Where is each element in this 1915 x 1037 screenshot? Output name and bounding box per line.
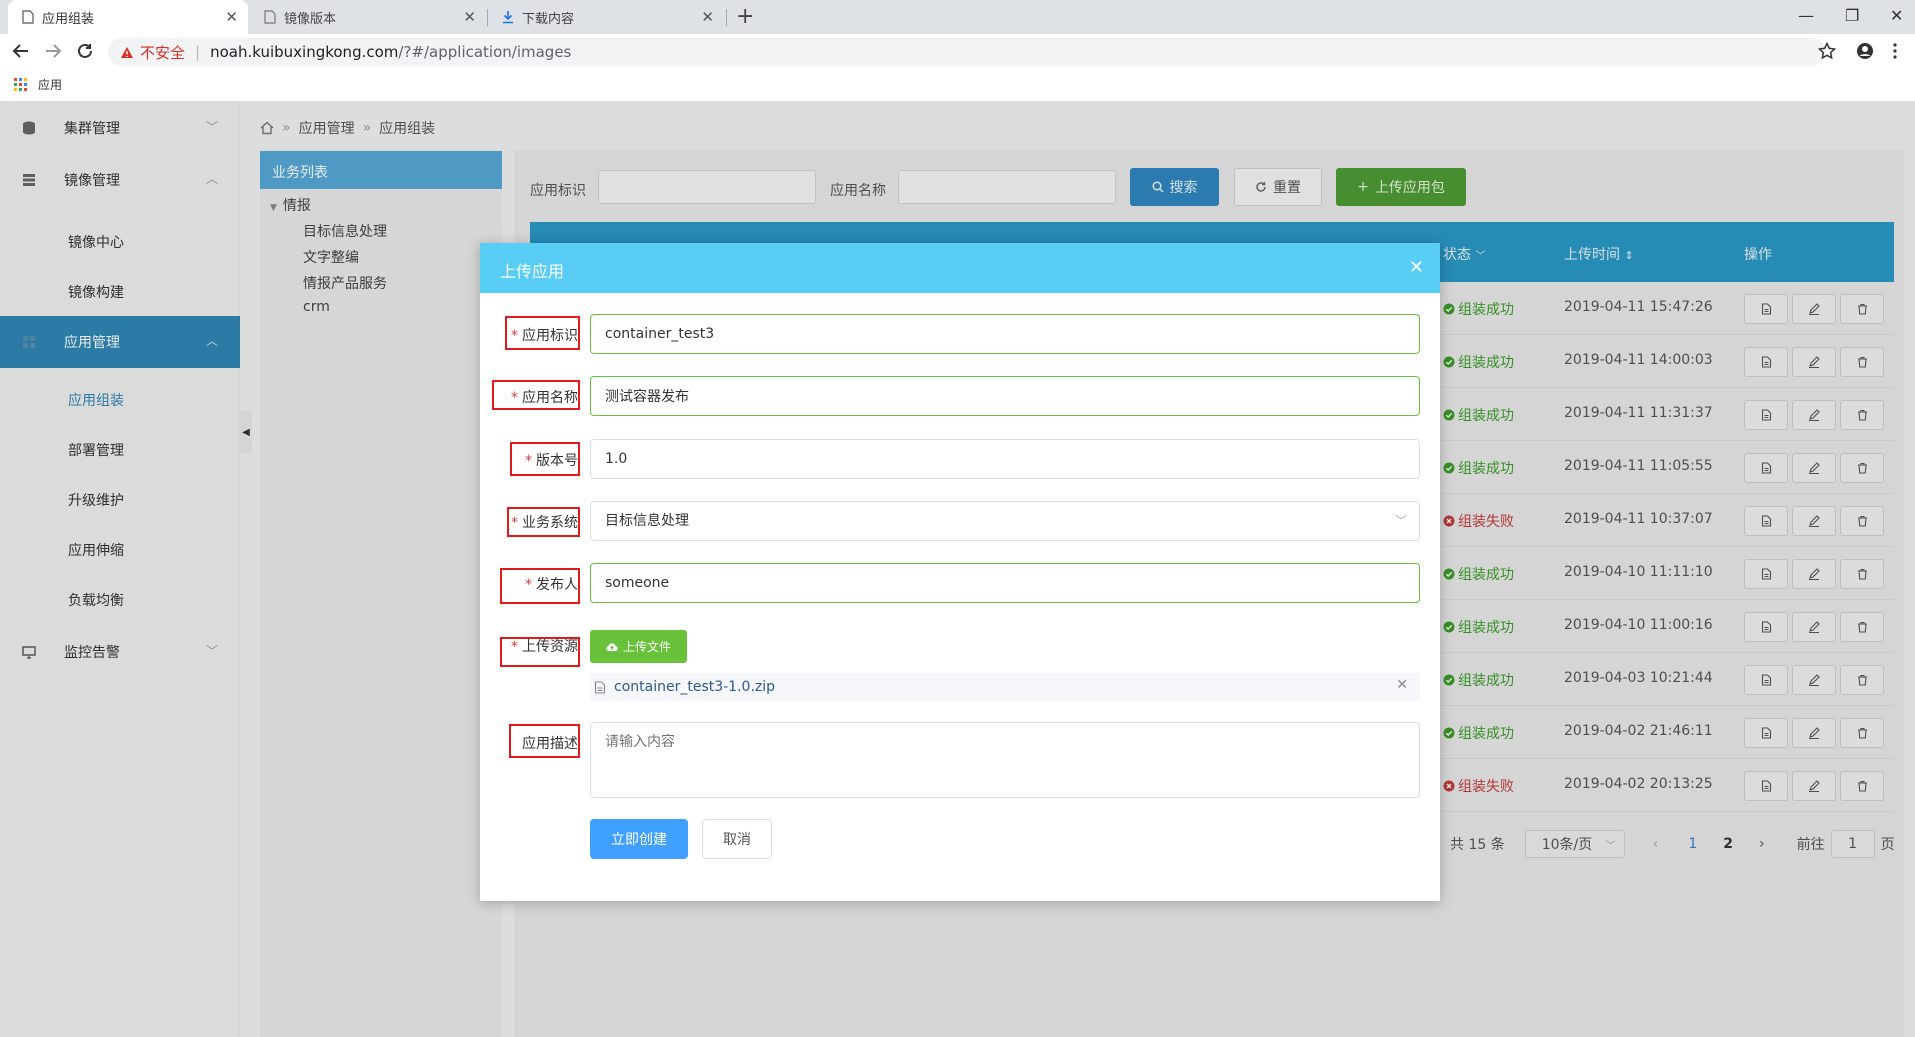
apps-grid-icon[interactable] <box>14 77 28 92</box>
modal-title: 上传应用 <box>480 243 1440 293</box>
tab-separator <box>726 9 727 26</box>
close-tab-icon[interactable]: ✕ <box>701 8 714 26</box>
highlight-box <box>492 380 580 410</box>
cancel-button[interactable]: 取消 <box>702 819 772 859</box>
menu-kebab-icon[interactable] <box>1893 42 1897 60</box>
new-tab-icon[interactable]: + <box>736 4 754 29</box>
bookmark-star-icon[interactable] <box>1818 42 1836 60</box>
uploaded-file-name: container_test3-1.0.zip <box>614 679 776 695</box>
minimize-icon[interactable]: — <box>1798 6 1814 25</box>
highlight-box <box>509 724 580 758</box>
upload-app-modal: 上传应用 ✕ *应用标识 *应用名称 *版本号 *业务系统 目标信息处理﹀ *发… <box>480 243 1440 901</box>
upload-file-label: 上传文件 <box>622 640 671 654</box>
biz-system-select[interactable]: 目标信息处理 ﹀ <box>590 501 1420 541</box>
browser-tab[interactable]: 镜像版本 ✕ <box>250 0 486 34</box>
create-now-button[interactable]: 立即创建 <box>590 819 688 859</box>
bookmark-apps-label[interactable]: 应用 <box>38 76 62 93</box>
document-icon <box>594 680 606 694</box>
close-icon[interactable]: ✕ <box>1409 257 1424 278</box>
description-textarea[interactable] <box>590 722 1420 798</box>
biz-system-value: 目标信息处理 <box>605 513 689 529</box>
reload-icon[interactable] <box>76 42 94 60</box>
close-window-icon[interactable]: ✕ <box>1890 6 1903 25</box>
security-warning: 不安全 <box>140 43 186 62</box>
highlight-box <box>505 316 580 350</box>
chevron-down-icon: ﹀ <box>1394 514 1407 528</box>
url-host: noah.kuibuxingkong.com <box>210 43 399 61</box>
tab-title: 下载内容 <box>522 11 575 27</box>
close-tab-icon[interactable]: ✕ <box>463 8 476 26</box>
page-icon <box>22 10 34 24</box>
url-bar[interactable]: 不安全 | noah.kuibuxingkong.com/?#/applicat… <box>108 38 1826 66</box>
cloud-upload-icon <box>606 642 618 652</box>
remove-file-icon[interactable]: ✕ <box>1396 677 1408 693</box>
highlight-box <box>507 507 580 537</box>
back-icon[interactable] <box>12 42 30 60</box>
bookmarks-bar: 应用 <box>14 76 62 93</box>
highlight-box <box>510 442 580 476</box>
highlight-box <box>500 637 580 667</box>
browser-tab-active[interactable]: 应用组装 ✕ <box>8 0 248 34</box>
forward-icon[interactable] <box>44 42 62 60</box>
warning-icon <box>120 46 134 59</box>
close-tab-icon[interactable]: ✕ <box>225 8 238 26</box>
app-id-input[interactable] <box>590 314 1420 354</box>
app-name-input[interactable] <box>590 376 1420 416</box>
page-icon <box>264 10 276 24</box>
upload-file-button[interactable]: 上传文件 <box>590 630 687 663</box>
uploaded-file-item[interactable]: container_test3-1.0.zip ✕ <box>590 673 1420 701</box>
browser-tab[interactable]: 下载内容 ✕ <box>488 0 724 34</box>
version-input[interactable] <box>590 439 1420 479</box>
download-icon <box>502 10 514 24</box>
url-separator: | <box>195 43 201 61</box>
tab-title: 镜像版本 <box>284 11 337 27</box>
url-path: /?#/application/images <box>398 43 572 61</box>
highlight-box <box>500 568 580 604</box>
tab-title: 应用组装 <box>42 11 95 27</box>
profile-icon[interactable] <box>1856 42 1874 60</box>
publisher-input[interactable] <box>590 563 1420 603</box>
restore-icon[interactable]: ❐ <box>1845 6 1859 25</box>
